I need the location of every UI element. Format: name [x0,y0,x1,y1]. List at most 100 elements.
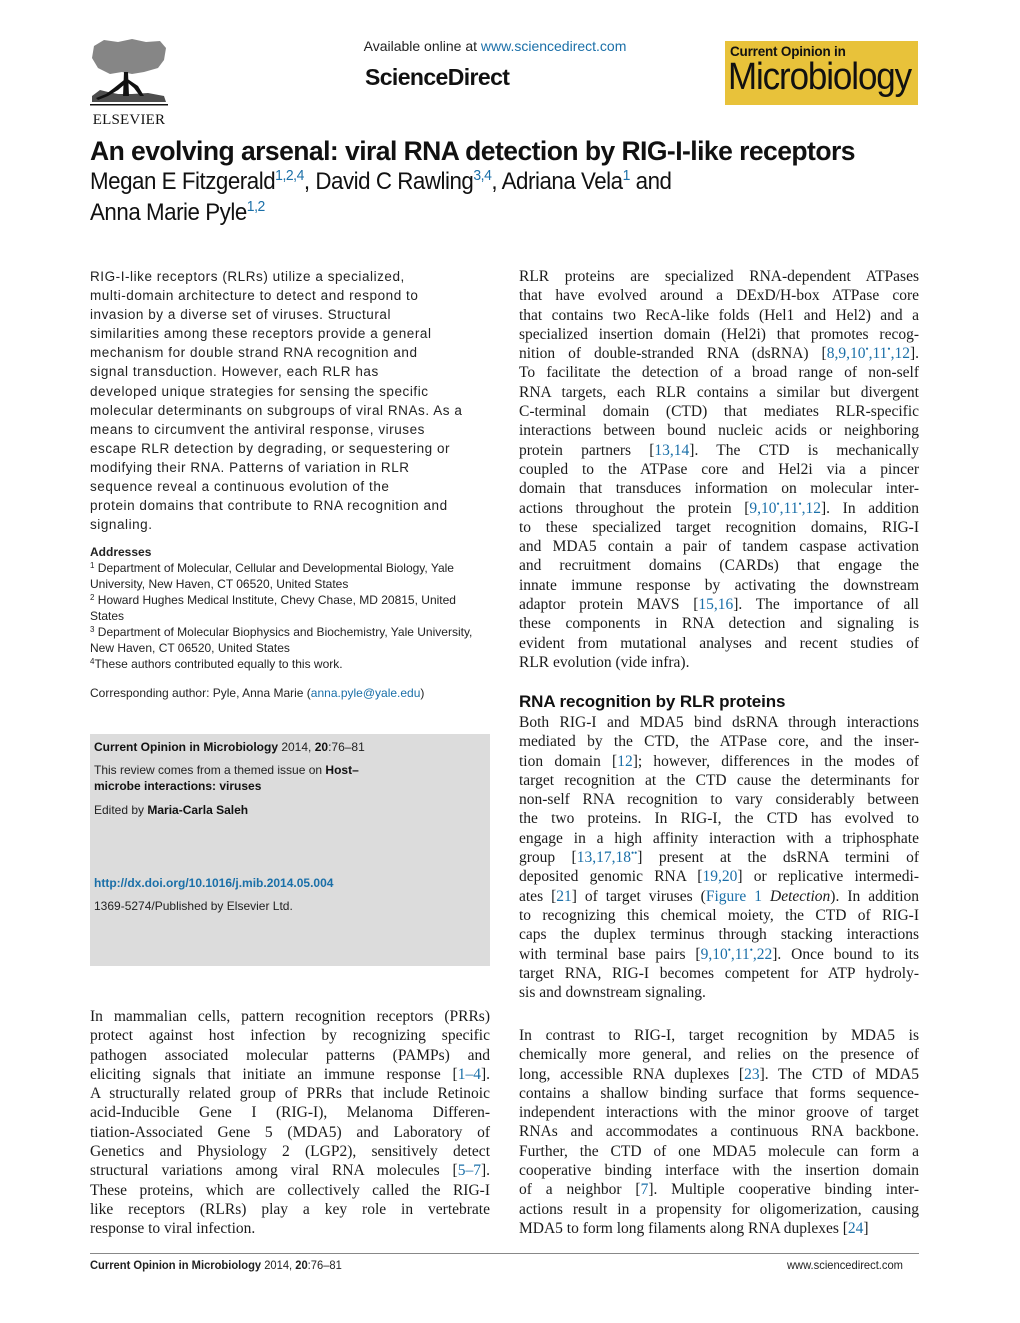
rna-recognition-paragraph: Both RIG-I and MDA5 bind dsRNA through i… [519,713,919,1002]
text-segment: these components in RNA detection and si… [519,615,919,633]
text-segment: In contrast to RIG-I, target recognition… [519,1027,919,1044]
journal-name: Current Opinion in Microbiology [94,740,278,754]
text-segment: ]. [909,345,919,363]
abstract-line: RIG-I-like receptors (RLRs) utilize a sp… [90,269,405,284]
reference-link[interactable]: 19,20 [702,868,737,885]
text-segment: structural variations among viral RNA mo… [90,1162,458,1180]
author-name: Megan E Fitzgerald [90,168,276,195]
reference-link[interactable]: ,11 [869,345,888,362]
reference-link[interactable]: 9,10 [749,500,776,517]
abstract-line: sequence reveal a continuous evolution o… [90,479,390,495]
text-segment: evident from mutational analyses and rec… [519,634,919,652]
text-line: evident from mutational analyses and rec… [519,634,919,653]
italic-text: Detection [770,887,831,905]
text-segment: ]. [480,1162,490,1180]
corresponding-email-link[interactable]: anna.pyle@yale.edu [311,686,421,700]
reference-link[interactable]: 9,10 [701,946,728,963]
text-line: sis and downstream signaling. [519,983,919,1002]
reference-link[interactable]: 23 [744,1066,760,1083]
text-line: structural variations among viral RNA mo… [90,1161,490,1180]
mda5-paragraph: In contrast to RIG-I, target recognition… [519,1026,919,1238]
text-line: mediated by the CTD, the ATPase core, an… [519,732,919,751]
text-segment: RNAs and accommodates a continuous RNA b… [519,1123,919,1141]
reference-link[interactable]: 12 [617,753,633,770]
text-line: with terminal base pairs [9,10•,11•,22].… [519,945,919,964]
text-line: To facilitate the detection of a broad r… [519,363,919,382]
sciencedirect-link[interactable]: www.sciencedirect.com [481,38,627,54]
text-line: of a neighbor [7]. Multiple cooperative … [519,1180,919,1199]
text-segment: specialized insertion domain (Hel2i) tha… [519,325,919,343]
author: Adriana Vela1 and [502,168,672,195]
text-segment: response to viral infection. [90,1220,256,1238]
text-segment: mediated by the CTD, the ATPase core, an… [519,733,919,751]
text-line: A structurally related group of PRRs tha… [90,1084,490,1103]
text-line: target RNA, RIG-I becomes competent for … [519,964,919,983]
intro-paragraph: In mammalian cells, pattern recognition … [90,1007,490,1239]
text-segment: sis and downstream signaling. [519,984,706,1002]
text-line: non-self RNA recognition to vary conside… [519,790,919,809]
author-separator: , [491,168,502,195]
reference-link[interactable]: 15,16 [698,596,733,613]
reference-link[interactable]: ,11 [731,946,750,963]
text-segment: ates [ [519,887,557,905]
text-line: chemically more general, and relies on t… [519,1045,919,1064]
text-line: long, accessible RNA duplexes [23]. The … [519,1065,919,1084]
text-segment: ]; however, differences in the modes of [632,752,919,770]
address-line: 3 Department of Molecular Biophysics and… [90,624,490,640]
text-segment: and MDA5 contain a pair of tandem caspas… [519,538,919,556]
text-segment: independent interactions with the minor … [519,1104,919,1122]
elsevier-logo: ELSEVIER [88,38,170,130]
addresses: Addresses 1 Department of Molecular, Cel… [90,544,490,672]
author-name: David C Rawling [315,168,474,195]
author-list: Megan E Fitzgerald1,2,4, David C Rawling… [90,166,672,228]
author: Megan E Fitzgerald1,2,4, [90,168,315,195]
footer-site: www.sciencedirect.com [787,1258,903,1272]
issn-line: 1369-5274/Published by Elsevier Ltd. [94,899,293,913]
text-segment: nition of double-stranded RNA (dsRNA) [ [519,345,827,363]
text-segment: ]. The importance of all [733,596,919,614]
reference-link[interactable]: 24 [848,1220,864,1237]
citation-line: Current Opinion in Microbiology 2014, 20… [94,739,365,755]
author-affiliation[interactable]: 1,2,4 [275,167,304,184]
reference-link[interactable]: 1–4 [458,1066,481,1083]
reference-link[interactable]: Figure 1 [706,888,762,905]
edited-by-prefix: Edited by [94,803,148,817]
text-line: RNA targets, each RLR contains a similar… [519,383,919,402]
reference-link[interactable]: ,11 [780,500,799,517]
reference-link[interactable]: 21 [556,888,572,905]
reference-link[interactable]: ,12 [802,500,821,517]
text-line: cooperative binding interface with the i… [519,1161,919,1180]
reference-link[interactable]: ,22 [753,946,772,963]
text-segment: Both RIG-I and MDA5 bind dsRNA through i… [519,714,919,731]
text-segment: innate immune response by activating the… [519,576,919,594]
author-affiliation[interactable]: 3,4 [473,167,491,184]
text-line: tiation-Associated Gene 5 (MDA5) and Lab… [90,1123,490,1142]
abstract-line: escape RLR detection by degrading, or se… [90,440,451,456]
reference-link[interactable]: ,12 [891,345,910,362]
author-affiliation[interactable]: 1,2 [247,198,265,215]
reference-link[interactable]: 5–7 [458,1162,481,1179]
text-segment: ] present at the dsRNA termini of [637,849,919,867]
text-line: caps the duplex terminus through stackin… [519,925,919,944]
reference-link[interactable]: 13,14 [654,442,689,459]
addresses-heading: Addresses [90,545,152,559]
reference-link[interactable]: 13,17,18 [577,849,631,866]
text-segment: ] [863,1219,869,1237]
doi-link[interactable]: http://dx.doi.org/10.1016/j.mib.2014.05.… [94,876,333,890]
text-line: these components in RNA detection and si… [519,614,919,633]
text-segment: engage in a high affinity interaction wi… [519,829,919,847]
footer-citation: Current Opinion in Microbiology 2014, 20… [90,1258,342,1272]
text-line: that contains two RecA-like folds (Hel1 … [519,306,919,325]
author-affiliation[interactable]: 1 [623,167,631,184]
text-line: protein partners [13,14]. The CTD is mec… [519,441,919,460]
text-segment: interactions between bound nucleic acids… [519,422,919,440]
text-line: deposited genomic RNA [19,20] or replica… [519,867,919,886]
text-line: specialized insertion domain (Hel2i) tha… [519,325,919,344]
text-segment: protect against host infection by recogn… [90,1027,490,1045]
text-segment: that have evolved around a DExD/H-box AT… [519,287,919,305]
text-segment: deposited genomic RNA [ [519,868,703,886]
reference-link[interactable]: 8,9,10 [827,345,866,362]
editor-name: Maria-Carla Saleh [147,803,249,817]
text-segment: ]. Multiple cooperative binding inter- [648,1181,919,1199]
text-segment: contains a shallow binding surface that … [519,1084,919,1102]
